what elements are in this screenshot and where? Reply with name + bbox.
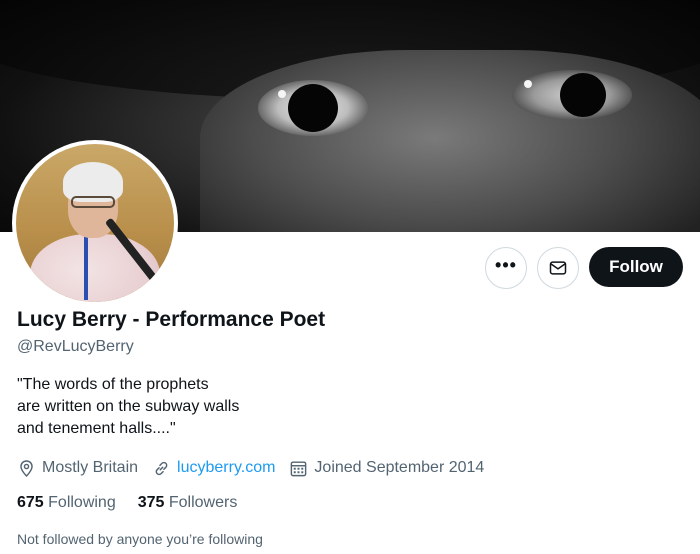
follow-counts: 675 Following 375 Followers <box>17 494 259 512</box>
profile-handle: @RevLucyBerry <box>17 338 134 355</box>
bio-line: "The words of the prophets <box>17 376 209 393</box>
followers-link[interactable]: 375 Followers <box>138 494 238 512</box>
message-button[interactable] <box>537 247 579 289</box>
profile-avatar[interactable] <box>12 140 178 306</box>
following-count: 675 <box>17 494 49 511</box>
mutuals-note: Not followed by anyone you’re following <box>17 531 263 547</box>
avatar-body <box>30 234 160 302</box>
website-link[interactable]: lucyberry.com <box>177 459 275 477</box>
mail-icon <box>549 261 567 275</box>
profile-name: Lucy Berry - Performance Poet <box>17 308 326 331</box>
joined-text: Joined September 2014 <box>314 459 485 476</box>
location-item: Mostly Britain <box>17 459 138 478</box>
website-item[interactable]: lucyberry.com <box>152 459 275 478</box>
joined-item: Joined September 2014 <box>289 459 484 478</box>
following-link[interactable]: 675 Following <box>17 494 116 512</box>
profile-meta: Mostly Britain lucyberry.com Joined Sept… <box>17 456 498 480</box>
bio-line: and tenement halls...." <box>17 420 176 437</box>
location-pin-icon <box>20 459 33 477</box>
followers-count: 375 <box>137 494 169 511</box>
avatar-glasses <box>71 196 115 208</box>
calendar-icon <box>291 460 307 476</box>
follow-button[interactable]: Follow <box>589 247 683 287</box>
profile-bio: "The words of the prophets are written o… <box>17 374 239 440</box>
more-button[interactable]: ••• <box>485 247 527 289</box>
link-icon <box>155 461 168 475</box>
location-text: Mostly Britain <box>42 459 139 476</box>
more-icon: ••• <box>495 255 517 275</box>
followers-label: Followers <box>168 494 238 511</box>
avatar-lanyard <box>84 236 88 300</box>
banner-right-eye <box>512 70 632 120</box>
bio-line: are written on the subway walls <box>17 398 240 415</box>
banner-face-shape <box>200 50 700 232</box>
following-label: Following <box>48 494 116 511</box>
banner-left-eye <box>258 80 368 136</box>
